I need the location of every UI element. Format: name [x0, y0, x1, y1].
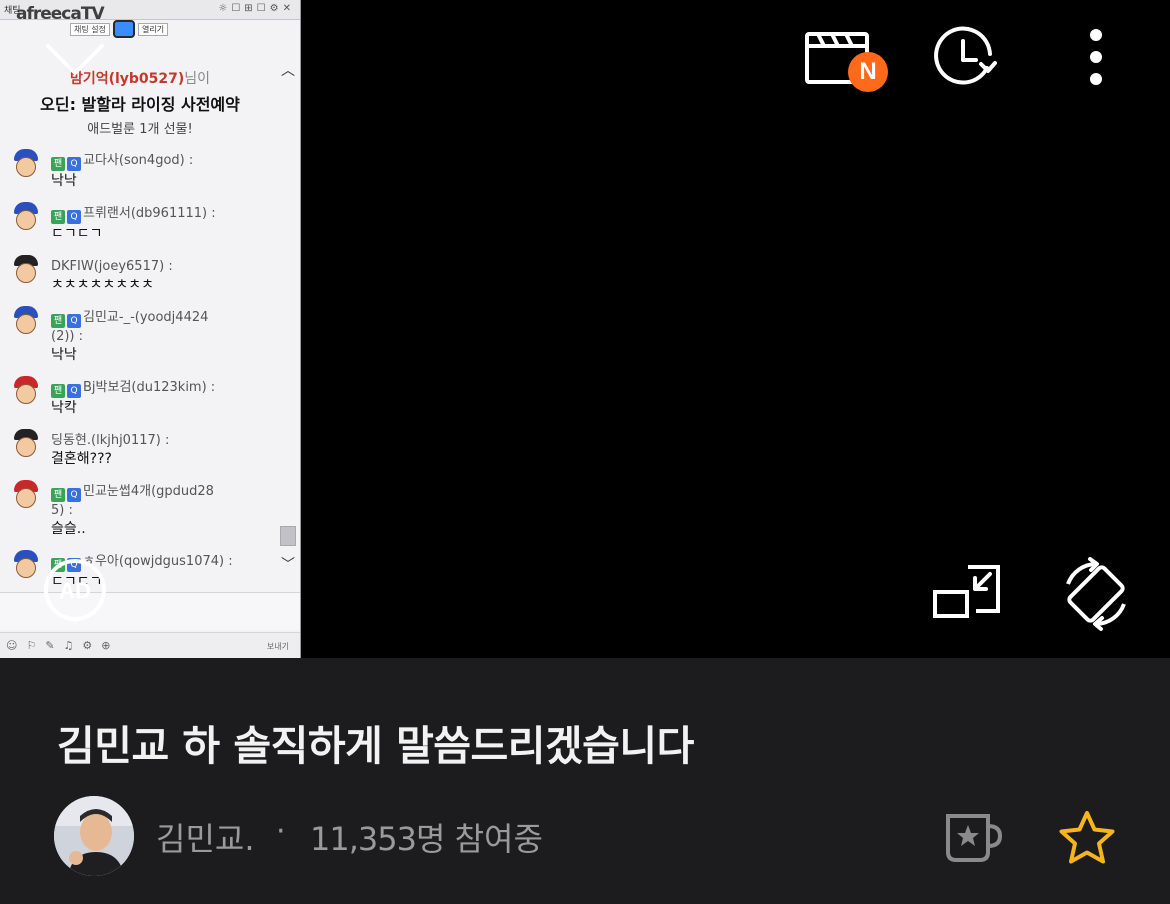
chat-user-id: 민교눈썹4개(gpdud28	[83, 484, 214, 499]
chevron-up-icon: ︿	[281, 63, 295, 79]
chat-user-id: 김민교-_-(yoodj4424	[83, 310, 209, 325]
chat-open-button: 열리기	[137, 22, 169, 36]
chat-user-avatar-icon	[10, 149, 42, 179]
chat-bottom-toolbar: ☺⚐✎♫⚙⊕ 보내기	[0, 632, 300, 658]
chat-user-name: 팬 Q 김민교-_-(yoodj4424	[51, 309, 278, 328]
viewer-count: 11,353명 참여중	[310, 814, 543, 860]
quick-badge-icon: Q	[67, 210, 81, 224]
chat-user-id: Bj박보검(du123kim) :	[83, 380, 216, 395]
chat-message: 팬 Q Bj박보검(du123kim) : 낙칵	[10, 376, 278, 419]
star-balloon-cup-icon[interactable]	[944, 812, 1004, 864]
quick-badge-icon: Q	[67, 384, 81, 398]
stream-meta-row: 김민교. · 11,353명 참여중	[54, 796, 1154, 876]
chat-scrollbar: ︿ ﹀	[278, 60, 298, 580]
chat-message-text: 낙낙	[51, 173, 77, 189]
fan-badge-icon: 팬	[51, 157, 65, 171]
chat-user-id: 딩동현.(lkjhj0117) :	[51, 433, 170, 448]
chat-user-avatar-icon	[10, 202, 42, 232]
quick-badge-icon: Q	[67, 488, 81, 502]
fan-badge-icon: 팬	[51, 314, 65, 328]
chat-message: DKFIW(joey6517) : ㅊㅊㅊㅊㅊㅊㅊㅊ	[10, 255, 278, 296]
chat-user-avatar-icon	[10, 376, 42, 406]
afreeca-logo-icon	[112, 20, 135, 38]
chat-message: 딩동현.(lkjhj0117) : 결혼해???	[10, 429, 278, 470]
new-badge: N	[848, 52, 888, 92]
chat-user-name: DKFIW(joey6517) :	[51, 258, 278, 275]
rotate-screen-icon[interactable]	[1058, 556, 1134, 632]
avatar-photo	[54, 796, 134, 876]
chat-user-avatar-icon	[10, 306, 42, 336]
chat-message-text: 슬슬..	[51, 521, 86, 537]
quick-badge-icon: Q	[67, 314, 81, 328]
fan-badge-icon: 팬	[51, 488, 65, 502]
chat-user-id: 프뤼랜서(db961111) :	[83, 206, 216, 221]
chat-user-name: 팬 Q Bj박보검(du123kim) :	[51, 379, 278, 398]
gift-title: 오딘: 발할라 라이징 사전예약	[40, 95, 240, 114]
chat-settings-select: 채팅 설정	[70, 22, 110, 36]
chat-message-text: ㄷㄱㄷㄱ	[51, 226, 103, 242]
ad-label: AD	[59, 578, 91, 603]
chat-send-label: 보내기	[266, 642, 289, 651]
chat-titlebar: 채팅 afreecaTV ☼☐⊞☐⚙✕	[0, 0, 300, 24]
chat-user-name: 팬 Q 프뤼랜서(db961111) :	[51, 205, 278, 224]
chat-scroll-thumb	[280, 526, 296, 546]
clip-vod-button[interactable]: N	[804, 28, 888, 94]
chat-user-id-cont: (2)) :	[51, 329, 83, 344]
meta-separator: ·	[276, 814, 286, 849]
chat-user-id-cont: 5) :	[51, 503, 73, 518]
chat-tool-icons: ☺⚐✎♫⚙⊕	[6, 639, 120, 652]
streamer-name[interactable]: 김민교.	[156, 814, 255, 860]
gift-user-suffix: 님이	[184, 71, 211, 87]
chat-user-name: 팬 Q 민교눈썹4개(gpdud28	[51, 483, 278, 502]
chat-message-text: 낙낙	[51, 347, 77, 363]
chat-titlebar-icons: ☼☐⊞☐⚙✕	[218, 3, 295, 14]
chevron-down-icon[interactable]	[44, 40, 106, 80]
stream-title: 김민교 하 솔직하게 말씀드리겠습니다	[57, 722, 694, 770]
chevron-down-icon: ﹀	[281, 557, 295, 573]
ad-balloon-icon[interactable]: AD	[42, 558, 108, 624]
chat-user-id: DKFIW(joey6517) :	[51, 259, 173, 274]
chat-user-avatar-icon	[10, 480, 42, 510]
chat-message: 팬 Q 김민교-_-(yoodj4424 (2)) : 낙낙	[10, 306, 278, 366]
gift-subtitle: 애드벌룬 1개 선물!	[87, 122, 193, 137]
chat-message-text: ㅊㅊㅊㅊㅊㅊㅊㅊ	[51, 277, 155, 293]
chat-message-text: 낙칵	[51, 400, 77, 416]
chat-mini-toolbar: 채팅 설정 열리기	[70, 20, 169, 38]
video-player[interactable]: 채팅 afreecaTV ☼☐⊞☐⚙✕ 채팅 설정 열리기 밤기억(lyb052…	[0, 0, 1170, 658]
history-clock-icon[interactable]	[932, 24, 998, 90]
chat-user-avatar-icon	[10, 429, 42, 459]
chat-user-name: 딩동현.(lkjhj0117) :	[51, 432, 278, 449]
viewer-count-suffix: 참여중	[454, 820, 543, 858]
chat-user-id: 교다사(son4god) :	[83, 153, 194, 168]
viewer-count-number: 11,353명	[310, 820, 445, 858]
pip-icon[interactable]	[932, 564, 1002, 620]
fan-badge-icon: 팬	[51, 210, 65, 224]
chat-user-avatar-icon	[10, 550, 42, 580]
more-vertical-icon[interactable]	[1080, 26, 1112, 88]
chat-message-text: 결혼해???	[51, 451, 112, 467]
chat-message-list: 팬 Q 교다사(son4god) : 낙낙 팬 Q 프뤼랜서(db961111) : ㄷㄱㄷㄱ…	[10, 149, 278, 606]
chat-message: 팬 Q 교다사(son4god) : 낙낙	[10, 149, 278, 192]
fan-badge-icon: 팬	[51, 384, 65, 398]
chat-user-name: 팬 Q 교다사(son4god) :	[51, 152, 278, 171]
chat-brand-logo: afreecaTV	[16, 4, 105, 24]
streamer-avatar[interactable]	[54, 796, 134, 876]
favorite-star-icon[interactable]	[1058, 810, 1116, 866]
chat-message: 팬 Q 민교눈썹4개(gpdud28 5) : 슬슬..	[10, 480, 278, 540]
chat-user-avatar-icon	[10, 255, 42, 285]
chat-message: 팬 Q 프뤼랜서(db961111) : ㄷㄱㄷㄱ	[10, 202, 278, 245]
chat-body: 밤기억(lyb0527)님이 오딘: 발할라 라이징 사전예약 애드벌룬 1개 …	[2, 38, 278, 590]
quick-badge-icon: Q	[67, 157, 81, 171]
